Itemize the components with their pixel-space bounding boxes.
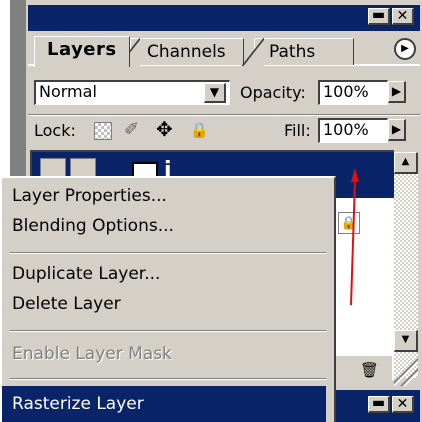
- dropdown-arrow-icon[interactable]: ▼: [204, 83, 226, 103]
- opacity-label: Opacity:: [240, 83, 306, 102]
- menu-item-rasterize-layer[interactable]: Rasterize Layer: [12, 392, 144, 416]
- eye-icon[interactable]: [40, 158, 66, 178]
- menu-separator: [10, 330, 326, 332]
- lock-transparency-icon[interactable]: [94, 122, 112, 140]
- scroll-up-arrow-icon[interactable]: ▲: [394, 152, 418, 174]
- menu-separator: [10, 378, 326, 380]
- menu-item-delete-layer[interactable]: Delete Layer: [12, 292, 121, 316]
- fill-input[interactable]: 100%: [318, 118, 388, 143]
- close-icon[interactable]: ✕: [392, 8, 414, 25]
- menu-item-enable-layer-mask: Enable Layer Mask: [12, 344, 172, 364]
- lock-paint-icon[interactable]: ✐: [124, 119, 146, 141]
- second-close-icon[interactable]: ✕: [392, 396, 414, 413]
- opacity-input[interactable]: 100%: [318, 80, 388, 105]
- tab-layers[interactable]: Layers: [34, 36, 130, 67]
- lock-all-icon[interactable]: 🔒: [190, 121, 209, 139]
- resize-grip-icon[interactable]: [394, 358, 418, 386]
- scroll-down-arrow-icon[interactable]: ▼: [394, 330, 418, 352]
- lock-label: Lock:: [34, 121, 76, 140]
- link-icon[interactable]: [70, 158, 96, 178]
- trash-icon[interactable]: 🗑: [360, 360, 379, 380]
- menu-item-layer-properties[interactable]: Layer Properties...: [12, 184, 167, 208]
- tab-paths[interactable]: Paths: [254, 38, 354, 65]
- tab-paths-slant: [242, 38, 264, 66]
- second-minimize-icon[interactable]: ▬: [368, 396, 390, 413]
- blend-mode-select[interactable]: Normal: [34, 80, 230, 105]
- fill-label: Fill:: [284, 121, 311, 140]
- minimize-icon[interactable]: ▬: [368, 8, 390, 25]
- palette-title-bar[interactable]: [28, 5, 420, 31]
- menu-item-duplicate-layer[interactable]: Duplicate Layer...: [12, 262, 160, 286]
- palette-divider: [28, 114, 420, 116]
- fill-stepper-arrow-icon[interactable]: ▶: [388, 119, 406, 141]
- annotation-arrow: [350, 168, 359, 306]
- tab-channels[interactable]: Channels: [130, 38, 244, 65]
- stepper-arrow-icon[interactable]: ▶: [388, 81, 406, 103]
- menu-item-blending-options[interactable]: Blending Options...: [12, 214, 174, 238]
- palette-menu-arrow-icon[interactable]: ▶: [394, 38, 416, 60]
- lock-move-icon[interactable]: ✥: [156, 118, 178, 140]
- menu-separator: [10, 252, 326, 254]
